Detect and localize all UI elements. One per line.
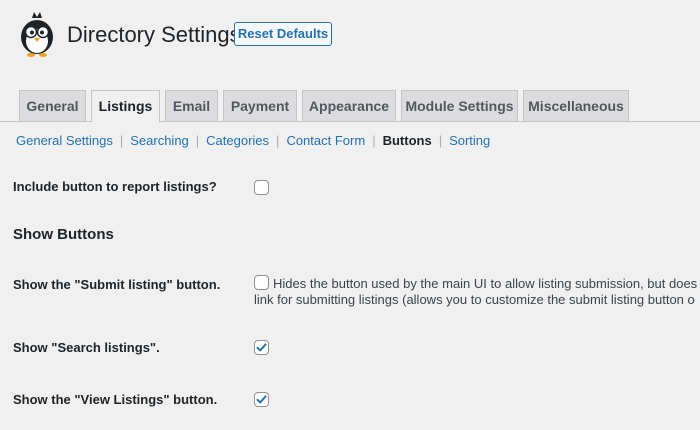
tab-module-settings[interactable]: Module Settings (401, 90, 518, 121)
submit-listing-checkbox[interactable] (254, 275, 269, 290)
section-heading-show-buttons: Show Buttons (13, 226, 114, 243)
search-listings-label: Show "Search listings". (13, 340, 160, 355)
view-listings-label: Show the "View Listings" button. (13, 392, 218, 407)
view-listings-checkbox[interactable] (254, 392, 269, 407)
subnav-separator: | (119, 133, 124, 148)
submit-listing-label: Show the "Submit listing" button. (13, 277, 221, 292)
reset-defaults-button[interactable]: Reset Defaults (234, 22, 332, 46)
subnav-sorting[interactable]: Sorting (449, 133, 490, 148)
report-listings-label: Include button to report listings? (13, 179, 217, 194)
subnav-categories[interactable]: Categories (206, 133, 269, 148)
penguin-logo-icon (16, 12, 58, 58)
subnav-contact-form[interactable]: Contact Form (286, 133, 365, 148)
tab-listings[interactable]: Listings (91, 90, 160, 122)
subnav-separator: | (276, 133, 280, 148)
subnav-general-settings[interactable]: General Settings (16, 133, 113, 148)
tab-miscellaneous[interactable]: Miscellaneous (523, 90, 629, 121)
subnav-buttons-current: Buttons (382, 133, 432, 148)
tab-email[interactable]: Email (165, 90, 218, 121)
submit-listing-description-line2: link for submitting listings (allows you… (254, 292, 695, 307)
page-title: Directory Settings (67, 22, 241, 47)
search-listings-checkbox[interactable] (254, 340, 269, 355)
subnav-separator: | (372, 133, 376, 148)
subnav: General Settings | Searching | Categories | Co… (16, 133, 490, 149)
checkmark-icon (256, 343, 267, 352)
tab-general[interactable]: General (19, 90, 86, 121)
checkmark-icon (256, 395, 267, 404)
subnav-separator: | (438, 133, 443, 148)
subnav-separator: | (195, 133, 200, 148)
tab-payment[interactable]: Payment (223, 90, 297, 121)
subnav-searching[interactable]: Searching (130, 133, 189, 148)
tab-appearance[interactable]: Appearance (302, 90, 396, 121)
report-listings-checkbox[interactable] (254, 180, 269, 195)
